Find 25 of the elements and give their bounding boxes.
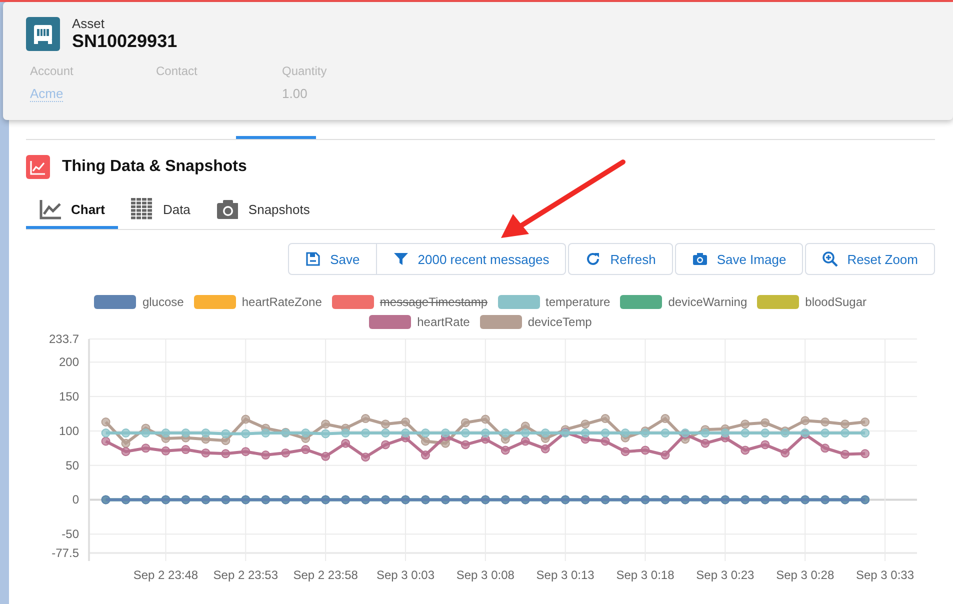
y-axis-label: 233.7 xyxy=(48,332,79,346)
y-axis-label: 200 xyxy=(58,355,79,370)
x-axis-label: Sep 3 0:33 xyxy=(856,568,914,582)
y-axis-label: -77.5 xyxy=(52,546,79,560)
y-axis-label: 50 xyxy=(66,458,79,472)
y-axis-label: 0 xyxy=(72,492,79,507)
x-axis-label: Sep 3 0:28 xyxy=(776,568,834,582)
x-axis-label: Sep 3 0:08 xyxy=(456,568,514,582)
y-axis-label: 100 xyxy=(58,424,79,438)
field-label: Account xyxy=(30,64,74,78)
x-axis-label: Sep 3 0:23 xyxy=(696,568,754,582)
object-type: Asset xyxy=(72,16,106,31)
y-axis-label: 150 xyxy=(58,390,79,404)
x-axis-label: Sep 3 0:03 xyxy=(376,568,435,582)
field-value: 1.00 xyxy=(282,86,308,101)
x-axis-label: Sep 3 0:18 xyxy=(616,568,674,582)
field-label: Contact xyxy=(156,64,198,78)
field-label: Quantity xyxy=(282,64,328,78)
x-axis-label: Sep 3 0:13 xyxy=(536,568,594,582)
card-title: Thing Data & Snapshots xyxy=(62,158,247,176)
record-title: SN10029931 xyxy=(72,31,178,52)
x-axis-label: Sep 2 23:58 xyxy=(293,568,358,582)
x-axis-label: Sep 2 23:48 xyxy=(133,568,198,582)
y-axis-label: -50 xyxy=(62,527,79,542)
x-axis-label: Sep 2 23:53 xyxy=(213,568,278,582)
